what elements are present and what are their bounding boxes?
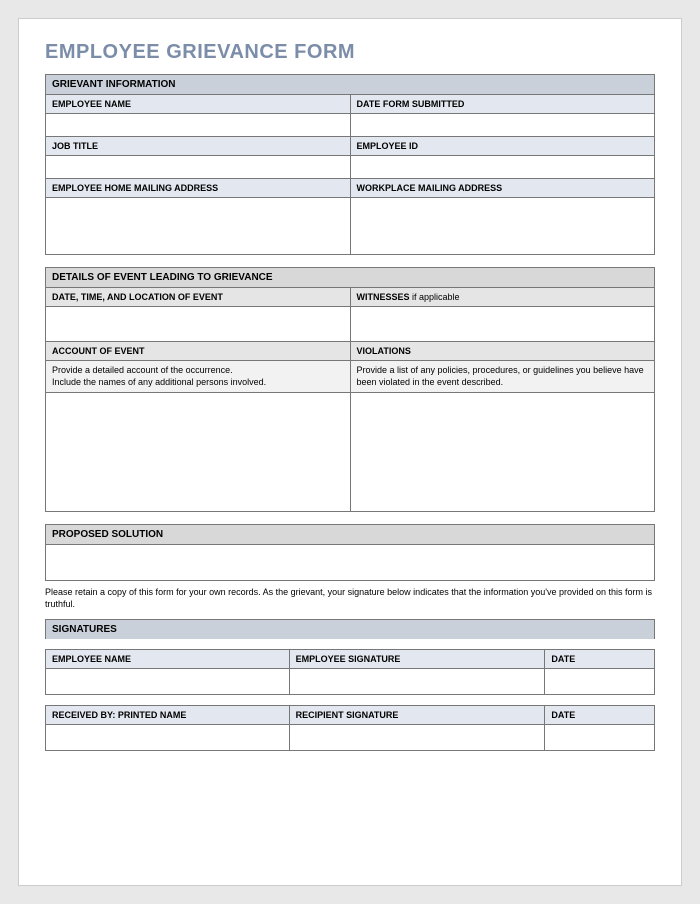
employee-id-label: EMPLOYEE ID [351, 137, 655, 156]
date-submitted-label: DATE FORM SUBMITTED [351, 95, 655, 114]
employee-signature-table: EMPLOYEE NAME EMPLOYEE SIGNATURE DATE [45, 649, 655, 695]
sig-emp-name-label: EMPLOYEE NAME [46, 649, 290, 668]
form-page: EMPLOYEE GRIEVANCE FORM GRIEVANT INFORMA… [18, 18, 682, 886]
sig-emp-date-input[interactable] [545, 668, 655, 694]
disclaimer-text: Please retain a copy of this form for yo… [45, 587, 655, 610]
violations-input[interactable] [351, 393, 655, 511]
sig-recv-date-label: DATE [545, 705, 655, 724]
event-datetime-label: DATE, TIME, AND LOCATION OF EVENT [46, 288, 350, 307]
proposed-solution-header: PROPOSED SOLUTION [45, 524, 655, 545]
account-hint: Provide a detailed account of the occurr… [46, 361, 350, 393]
sig-recv-name-label: RECEIVED BY: PRINTED NAME [46, 705, 290, 724]
sig-emp-date-label: DATE [545, 649, 655, 668]
sig-recv-name-input[interactable] [46, 724, 290, 750]
sig-emp-sig-input[interactable] [289, 668, 545, 694]
signatures-header: SIGNATURES [45, 619, 655, 639]
grievant-info-header: GRIEVANT INFORMATION [45, 74, 655, 94]
account-input[interactable] [46, 393, 350, 511]
employee-id-input[interactable] [351, 156, 655, 178]
account-label: ACCOUNT OF EVENT [46, 342, 350, 361]
sig-emp-name-input[interactable] [46, 668, 290, 694]
job-title-input[interactable] [46, 156, 350, 178]
recipient-signature-table: RECEIVED BY: PRINTED NAME RECIPIENT SIGN… [45, 705, 655, 751]
date-submitted-input[interactable] [351, 114, 655, 136]
violations-hint: Provide a list of any policies, procedur… [351, 361, 655, 393]
sig-recv-date-input[interactable] [545, 724, 655, 750]
witnesses-label: WITNESSES if applicable [351, 288, 655, 307]
sig-emp-sig-label: EMPLOYEE SIGNATURE [289, 649, 545, 668]
home-address-label: EMPLOYEE HOME MAILING ADDRESS [46, 179, 350, 198]
job-title-label: JOB TITLE [46, 137, 350, 156]
employee-name-input[interactable] [46, 114, 350, 136]
witnesses-bold: WITNESSES [357, 292, 410, 302]
proposed-solution-input[interactable] [45, 545, 655, 581]
work-address-label: WORKPLACE MAILING ADDRESS [351, 179, 655, 198]
sig-recv-sig-input[interactable] [289, 724, 545, 750]
sig-recv-sig-label: RECIPIENT SIGNATURE [289, 705, 545, 724]
work-address-input[interactable] [351, 198, 655, 254]
event-datetime-input[interactable] [46, 307, 350, 341]
event-details-header: DETAILS OF EVENT LEADING TO GRIEVANCE [45, 267, 655, 287]
employee-name-label: EMPLOYEE NAME [46, 95, 350, 114]
witnesses-note: if applicable [410, 292, 460, 302]
violations-label: VIOLATIONS [351, 342, 655, 361]
page-title: EMPLOYEE GRIEVANCE FORM [45, 41, 655, 64]
home-address-input[interactable] [46, 198, 350, 254]
witnesses-input[interactable] [351, 307, 655, 341]
